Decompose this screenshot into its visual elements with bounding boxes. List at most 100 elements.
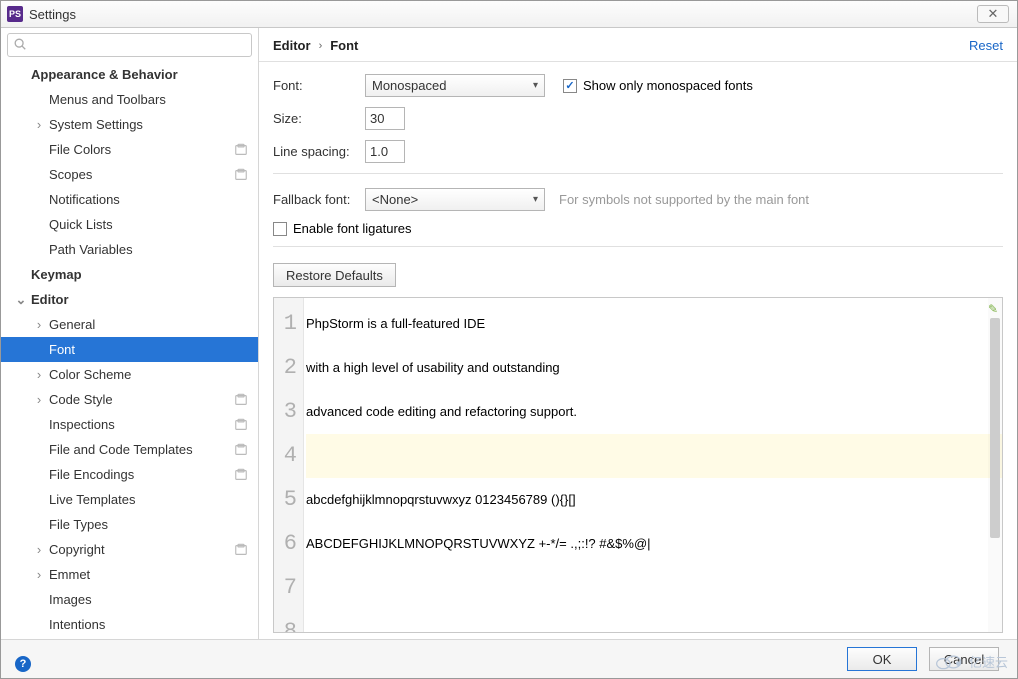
tree-item-font[interactable]: Font (1, 337, 258, 362)
tree-item-general[interactable]: › General (1, 312, 258, 337)
gutter: 12345678 (274, 298, 304, 632)
font-combo[interactable]: Monospaced ▾ (365, 74, 545, 97)
tree-item-menus-and-toolbars[interactable]: Menus and Toolbars (1, 87, 258, 112)
line-number: 4 (274, 434, 297, 478)
ligatures-label[interactable]: Enable font ligatures (293, 221, 412, 236)
expander-icon[interactable]: ⌄ (15, 292, 27, 308)
tree-item-label: Font (49, 342, 75, 357)
tree-item-label: General (49, 317, 95, 332)
code-line: ABCDEFGHIJKLMNOPQRSTUVWXYZ +-*/= .,;:!? … (306, 522, 1002, 566)
ligatures-row: Enable font ligatures (273, 221, 1003, 236)
spacing-input[interactable] (365, 140, 405, 163)
tree-item-live-templates[interactable]: Live Templates (1, 487, 258, 512)
tree-item-code-style[interactable]: ›Code Style (1, 387, 258, 412)
breadcrumb-parent[interactable]: Editor (273, 38, 311, 53)
code-area[interactable]: PhpStorm is a full-featured IDEwith a hi… (304, 298, 1002, 632)
tree-item-appearance-behavior[interactable]: Appearance & Behavior (1, 62, 258, 87)
tree-item-label: Menus and Toolbars (49, 92, 166, 107)
expander-icon[interactable]: › (33, 117, 45, 132)
breadcrumb-current: Font (330, 38, 358, 53)
code-line: PhpStorm is a full-featured IDE (306, 302, 1002, 346)
scrollbar-thumb[interactable] (990, 318, 1000, 538)
line-number: 3 (274, 390, 297, 434)
size-input[interactable] (365, 107, 405, 130)
ok-button[interactable]: OK (847, 647, 917, 671)
tree-item-file-and-code-templates[interactable]: File and Code Templates (1, 437, 258, 462)
tree-item-quick-lists[interactable]: Quick Lists (1, 212, 258, 237)
font-preview-editor[interactable]: 12345678 PhpStorm is a full-featured IDE… (273, 297, 1003, 633)
help-button[interactable]: ? (15, 656, 31, 672)
tree-item-path-variables[interactable]: Path Variables (1, 237, 258, 262)
tree-item-label: Inspections (49, 417, 115, 432)
tree-item-label: Copyright (49, 542, 105, 557)
code-line: abcdefghijklmnopqrstuvwxyz 0123456789 ()… (306, 478, 1002, 522)
size-row: Size: (273, 107, 1003, 130)
fallback-combo[interactable]: <None> ▾ (365, 188, 545, 211)
expander-icon[interactable]: › (33, 567, 45, 582)
tree-item-label: File Types (49, 517, 108, 532)
tree-item-label: Color Scheme (49, 367, 131, 382)
expander-icon[interactable]: › (33, 542, 45, 557)
tree-item-images[interactable]: Images (1, 587, 258, 612)
font-label: Font: (273, 78, 365, 93)
window-close-button[interactable]: ✕ (977, 5, 1009, 23)
breadcrumb-row: Editor › Font Reset (259, 28, 1017, 62)
vertical-scrollbar[interactable] (988, 298, 1002, 632)
tree-item-label: Scopes (49, 167, 92, 182)
restore-defaults-button[interactable]: Restore Defaults (273, 263, 396, 287)
tree-item-emmet[interactable]: ›Emmet (1, 562, 258, 587)
tree-item-scopes[interactable]: Scopes (1, 162, 258, 187)
search-icon (13, 37, 27, 51)
project-icon (234, 543, 248, 557)
mono-checkbox[interactable]: ✓ (563, 79, 577, 93)
window-title: Settings (29, 7, 76, 22)
tree-item-file-types[interactable]: File Types (1, 512, 258, 537)
tree-item-label: File Encodings (49, 467, 134, 482)
font-row: Font: Monospaced ▾ ✓ Show only monospace… (273, 74, 1003, 97)
divider (273, 173, 1003, 174)
tree-item-notifications[interactable]: Notifications (1, 187, 258, 212)
chevron-down-icon: ▾ (533, 194, 538, 205)
form-area: Font: Monospaced ▾ ✓ Show only monospace… (259, 62, 1017, 297)
reset-link[interactable]: Reset (969, 38, 1003, 53)
main-area: Appearance & Behavior Menus and Toolbars ›… (1, 28, 1017, 639)
dialog-footer: ? OK Cancel (1, 639, 1017, 678)
fallback-label: Fallback font: (273, 192, 365, 207)
code-line (306, 610, 1002, 632)
fallback-hint: For symbols not supported by the main fo… (559, 192, 809, 207)
tree-item-label: Images (49, 592, 92, 607)
tree-item-file-encodings[interactable]: File Encodings (1, 462, 258, 487)
tree-item-file-colors[interactable]: File Colors (1, 137, 258, 162)
tree-item-label: Keymap (31, 267, 82, 282)
code-line (306, 434, 1002, 478)
tree-item-label: Quick Lists (49, 217, 113, 232)
mono-checkbox-label[interactable]: Show only monospaced fonts (583, 78, 753, 93)
tree-item-inspections[interactable]: Inspections (1, 412, 258, 437)
cancel-button[interactable]: Cancel (929, 647, 999, 671)
tree-item-intentions[interactable]: Intentions (1, 612, 258, 637)
project-icon (234, 393, 248, 407)
settings-tree[interactable]: Appearance & Behavior Menus and Toolbars ›… (1, 62, 258, 639)
project-icon (234, 468, 248, 482)
code-line (306, 566, 1002, 610)
tree-item-system-settings[interactable]: ›System Settings (1, 112, 258, 137)
tree-item-copyright[interactable]: › Copyright (1, 537, 258, 562)
mono-checkbox-row: ✓ Show only monospaced fonts (563, 78, 753, 93)
line-number: 5 (274, 478, 297, 522)
tree-item-label: File Colors (49, 142, 111, 157)
spacing-row: Line spacing: (273, 140, 1003, 163)
tree-item-keymap[interactable]: Keymap (1, 262, 258, 287)
search-input[interactable] (7, 33, 252, 57)
expander-icon[interactable]: › (33, 367, 45, 382)
close-icon: ✕ (988, 6, 999, 22)
font-combo-value: Monospaced (372, 78, 446, 93)
ligatures-checkbox[interactable] (273, 222, 287, 236)
tree-item-editor[interactable]: ⌄Editor (1, 287, 258, 312)
line-number: 6 (274, 522, 297, 566)
tree-item-color-scheme[interactable]: › Color Scheme (1, 362, 258, 387)
tree-item-label: Notifications (49, 192, 120, 207)
code-line: with a high level of usability and outst… (306, 346, 1002, 390)
expander-icon[interactable]: › (33, 317, 45, 332)
spacing-label: Line spacing: (273, 144, 365, 159)
expander-icon[interactable]: › (33, 392, 45, 407)
